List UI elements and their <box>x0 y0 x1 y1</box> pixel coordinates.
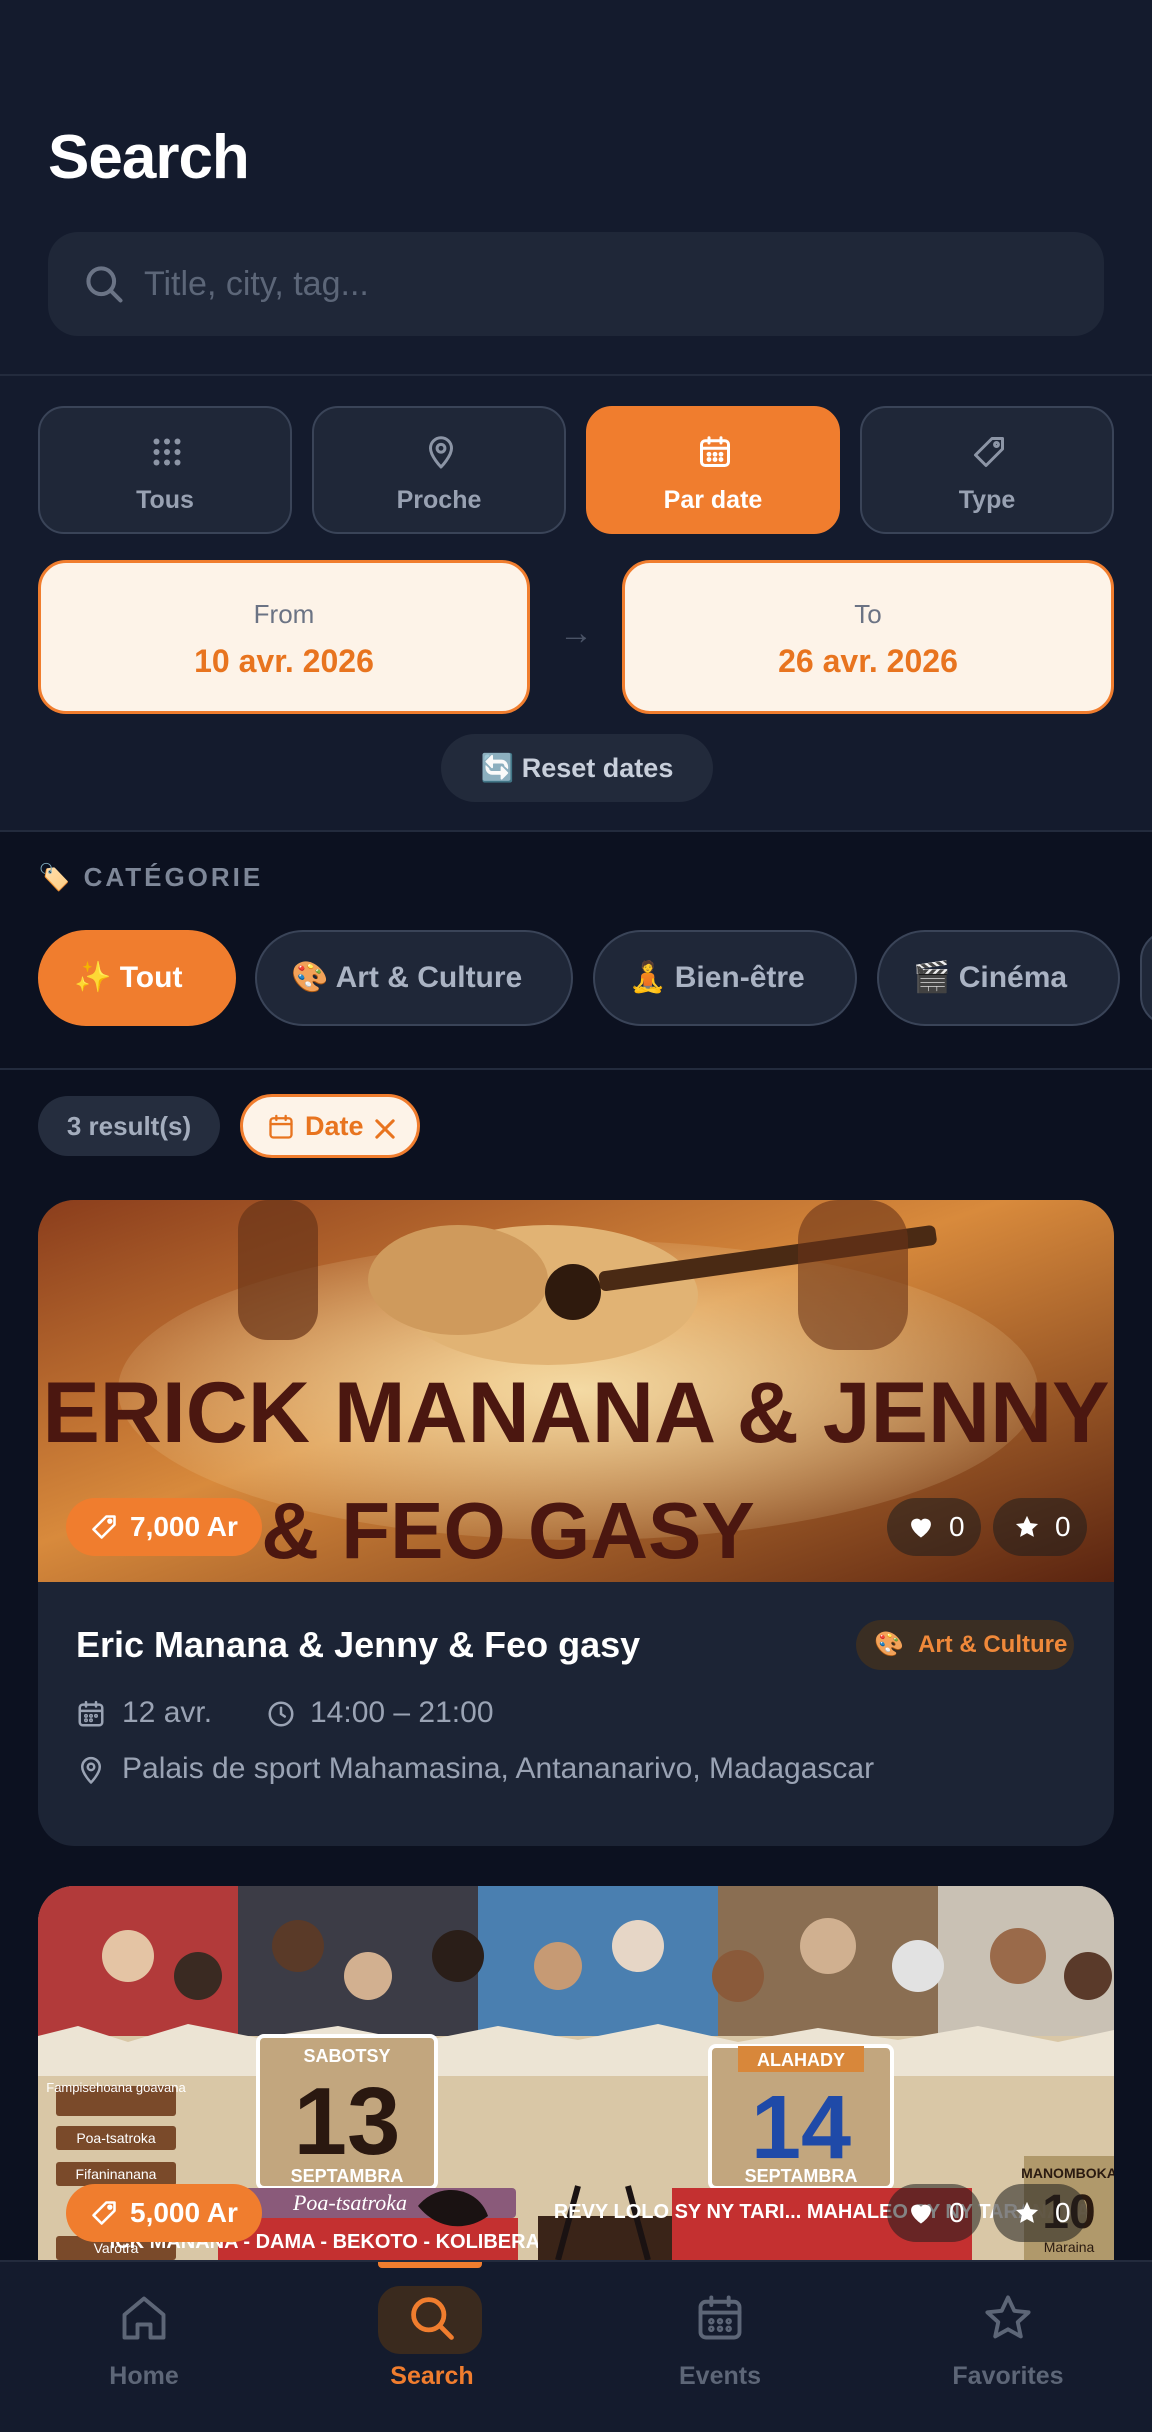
tab-par-date[interactable]: Par date <box>586 406 840 534</box>
calendar-icon <box>78 1700 104 1727</box>
date-to-picker[interactable]: To 26 avr. 2026 <box>622 560 1114 714</box>
stars-count: 0 <box>1055 2197 1071 2228</box>
heart-icon <box>911 2204 931 2224</box>
header: Search <box>0 0 1152 376</box>
nav-label: Search <box>390 2362 474 2390</box>
nav-item-favorites[interactable]: Favorites <box>864 2262 1152 2432</box>
event-location: Palais de sport Mahamasina, Antananarivo… <box>76 1752 1076 1792</box>
close-icon[interactable] <box>371 1115 399 1143</box>
price-badge: 7,000 Ar <box>66 1498 262 1556</box>
heart-icon <box>911 1518 931 1538</box>
calendar-icon <box>269 1114 293 1139</box>
nav-label: Favorites <box>952 2362 1064 2390</box>
map-pin-icon <box>81 1756 101 1784</box>
tab-tous[interactable]: Tous <box>38 406 292 534</box>
event-location-label: Palais de sport Mahamasina, Antananarivo… <box>122 1752 875 1785</box>
category-section: 🏷️ CATÉGORIE ✨ Tout 🎨 Art & Culture 🧘 Bi… <box>0 832 1152 1070</box>
banner-line-1: ERICK MANANA & JENNY <box>42 1365 1109 1461</box>
star-icon <box>985 2295 1031 2339</box>
date-from-label: From <box>253 599 315 629</box>
ticket-icon <box>92 1515 116 1539</box>
nav-label: Events <box>679 2362 761 2390</box>
event-category-label: Art & Culture <box>918 1631 1068 1658</box>
bottom-nav: Home Search Events Favorites <box>0 2260 1152 2432</box>
event-image: Fampisehoana goavana Poa-tsatroka Fifani… <box>38 1886 1114 2260</box>
category-chip-more[interactable] <box>1140 930 1152 1026</box>
reset-dates-button[interactable]: 🔄 Reset dates <box>441 734 713 802</box>
tab-type[interactable]: Type <box>860 406 1114 534</box>
result-count-badge: 3 result(s) <box>38 1096 220 1156</box>
tab-label: Tous <box>136 486 194 514</box>
event-datetime: 12 avr. 14:00 – 21:00 <box>76 1696 876 1736</box>
poster-corner-text: MANOMBOKA <box>1021 2165 1114 2181</box>
likes-count: 0 <box>949 2197 965 2228</box>
event-card[interactable]: Fampisehoana goavana Poa-tsatroka Fifani… <box>38 1886 1114 2260</box>
stars-badge[interactable]: 0 <box>993 2184 1087 2242</box>
nav-item-home[interactable]: Home <box>0 2262 288 2432</box>
calendar-icon <box>700 436 730 467</box>
poster-right-day: ALAHADY <box>757 2050 845 2070</box>
poster-left-day: SABOTSY <box>303 2046 390 2066</box>
tab-label: Proche <box>396 486 482 514</box>
event-date: 12 avr. <box>122 1696 213 1729</box>
date-range-arrow: → <box>559 614 593 652</box>
price-label: 7,000 Ar <box>130 1511 238 1542</box>
search-icon <box>86 266 123 303</box>
category-chip-bien-etre[interactable]: 🧘 Bien-être <box>593 930 857 1026</box>
active-filter-label: Date <box>305 1111 364 1141</box>
grid-icon <box>153 438 181 466</box>
poster-right-num: 14 <box>751 2078 851 2178</box>
active-filter-date[interactable]: Date <box>240 1094 420 1158</box>
nav-item-events[interactable]: Events <box>576 2262 864 2432</box>
category-chip-cinema[interactable]: 🎬 Cinéma <box>877 930 1120 1026</box>
poster-left-script: Poa-tsatroka <box>292 2190 407 2215</box>
poster-side-label: Fifaninanana <box>76 2166 157 2182</box>
ticket-icon <box>92 2201 116 2225</box>
date-from-picker[interactable]: From 10 avr. 2026 <box>38 560 530 714</box>
date-to-value: 26 avr. 2026 <box>778 643 958 679</box>
star-icon <box>1015 2201 1039 2223</box>
date-to-label: To <box>854 599 882 629</box>
event-title: Eric Manana & Jenny & Feo gasy <box>76 1624 641 1665</box>
likes-badge[interactable]: 0 <box>887 2184 981 2242</box>
likes-badge[interactable]: 0 <box>887 1498 981 1556</box>
date-from-value: 10 avr. 2026 <box>194 643 374 679</box>
event-category-badge: 🎨 Art & Culture <box>856 1620 1074 1670</box>
home-icon <box>122 2296 166 2340</box>
search-icon <box>411 2297 454 2340</box>
page-title: Search <box>48 123 250 192</box>
calendar-icon <box>698 2295 742 2340</box>
map-pin-icon <box>429 436 453 469</box>
nav-item-search[interactable]: Search <box>288 2262 576 2432</box>
poster-side-label: Poa-tsatroka <box>76 2130 156 2146</box>
poster-left-month: SEPTAMBRA <box>291 2166 404 2186</box>
likes-count: 0 <box>949 1511 965 1542</box>
search-input[interactable] <box>144 232 1064 336</box>
event-time: 14:00 – 21:00 <box>310 1696 494 1729</box>
star-icon <box>1015 1515 1039 1537</box>
poster-left-num: 13 <box>294 2068 401 2175</box>
poster-side-label: Fampisehoana goavana <box>46 2080 186 2095</box>
tab-label: Par date <box>663 486 763 514</box>
price-label: 5,000 Ar <box>130 2197 238 2228</box>
category-heading: 🏷️ CATÉGORIE <box>38 862 264 892</box>
category-chip-tout[interactable]: ✨ Tout <box>38 930 236 1026</box>
palette-icon: 🎨 <box>874 1631 904 1658</box>
search-field[interactable] <box>48 232 1104 336</box>
tab-label: Type <box>958 486 1016 514</box>
price-badge: 5,000 Ar <box>66 2184 262 2242</box>
banner-line-2: & FEO GASY <box>261 1486 754 1575</box>
poster-right-month: SEPTAMBRA <box>745 2166 858 2186</box>
event-image: ERICK MANANA & JENNY & FEO GASY 7,000 Ar… <box>38 1200 1114 1582</box>
tab-proche[interactable]: Proche <box>312 406 566 534</box>
tag-icon <box>974 437 1004 467</box>
filter-panel: Tous Proche Par date Type From 10 avr. 2… <box>0 376 1152 832</box>
event-card[interactable]: ERICK MANANA & JENNY & FEO GASY 7,000 Ar… <box>38 1200 1114 1846</box>
category-chip-art-culture[interactable]: 🎨 Art & Culture <box>255 930 573 1026</box>
clock-icon <box>268 1701 294 1727</box>
stars-count: 0 <box>1055 1511 1071 1542</box>
stars-badge[interactable]: 0 <box>993 1498 1087 1556</box>
nav-label: Home <box>109 2362 179 2390</box>
